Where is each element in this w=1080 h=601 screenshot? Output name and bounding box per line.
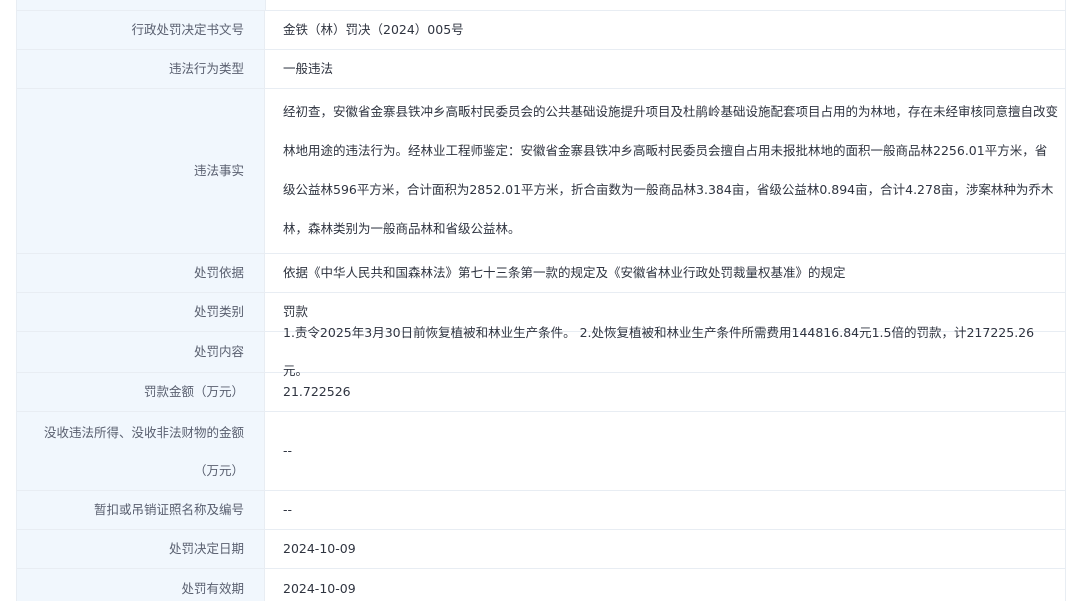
- penalty-info-page: 行政处罚决定书文号 金铁（林）罚决（2024）005号 违法行为类型 一般违法 …: [0, 0, 1080, 601]
- label-violation-facts: 违法事实: [17, 89, 265, 253]
- label-confiscation-amount: 没收违法所得、没收非法财物的金额 （万元）: [17, 412, 265, 490]
- label-validity-period: 处罚有效期: [17, 569, 265, 601]
- row-violation-facts: 违法事实 经初查，安徽省金寨县铁冲乡高畈村民委员会的公共基础设施提升项目及杜鹃岭…: [17, 89, 1065, 254]
- row-violation-type: 违法行为类型 一般违法: [17, 50, 1065, 89]
- label-penalty-content: 处罚内容: [17, 332, 265, 372]
- value-fine-amount: 21.722526: [283, 384, 351, 399]
- label-decision-date: 处罚决定日期: [17, 530, 265, 568]
- row-license-suspension: 暂扣或吊销证照名称及编号 --: [17, 491, 1065, 530]
- row-penalty-content: 处罚内容 1.责令2025年3月30日前恢复植被和林业生产条件。 2.处恢复植被…: [17, 325, 1065, 378]
- value-violation-facts: 经初查，安徽省金寨县铁冲乡高畈村民委员会的公共基础设施提升项目及杜鹃岭基础设施配…: [283, 104, 1059, 236]
- row-validity-period: 处罚有效期 2024-10-09: [17, 569, 1065, 601]
- value-validity-period: 2024-10-09: [283, 581, 356, 596]
- label-license-suspension: 暂扣或吊销证照名称及编号: [17, 491, 265, 529]
- label-penalty-category: 处罚类别: [17, 293, 265, 331]
- label-violation-type: 违法行为类型: [17, 50, 265, 88]
- label-confiscation-line2: （万元）: [193, 463, 244, 478]
- value-penalty-content: 1.责令2025年3月30日前恢复植被和林业生产条件。 2.处恢复植被和林业生产…: [283, 325, 1035, 378]
- row-fine-amount: 罚款金额（万元） 21.722526: [17, 373, 1065, 412]
- table-top-strip: [17, 0, 1065, 11]
- row-decision-number: 行政处罚决定书文号 金铁（林）罚决（2024）005号: [17, 11, 1065, 50]
- value-decision-date: 2024-10-09: [283, 541, 356, 556]
- label-fine-amount: 罚款金额（万元）: [17, 373, 265, 411]
- row-penalty-basis: 处罚依据 依据《中华人民共和国森林法》第七十三条第一款的规定及《安徽省林业行政处…: [17, 254, 1065, 293]
- label-penalty-basis: 处罚依据: [17, 254, 265, 292]
- value-penalty-basis: 依据《中华人民共和国森林法》第七十三条第一款的规定及《安徽省林业行政处罚裁量权基…: [283, 265, 846, 280]
- row-confiscation-amount: 没收违法所得、没收非法财物的金额 （万元） --: [17, 412, 1065, 491]
- value-license-suspension: --: [283, 502, 293, 517]
- value-violation-type: 一般违法: [283, 61, 334, 76]
- value-decision-number: 金铁（林）罚决（2024）005号: [283, 22, 464, 37]
- label-confiscation-line1: 没收违法所得、没收非法财物的金额: [43, 425, 244, 440]
- penalty-detail-table: 行政处罚决定书文号 金铁（林）罚决（2024）005号 违法行为类型 一般违法 …: [16, 0, 1066, 601]
- value-confiscation-amount: --: [283, 443, 293, 458]
- row-decision-date: 处罚决定日期 2024-10-09: [17, 530, 1065, 569]
- label-decision-number: 行政处罚决定书文号: [17, 11, 265, 49]
